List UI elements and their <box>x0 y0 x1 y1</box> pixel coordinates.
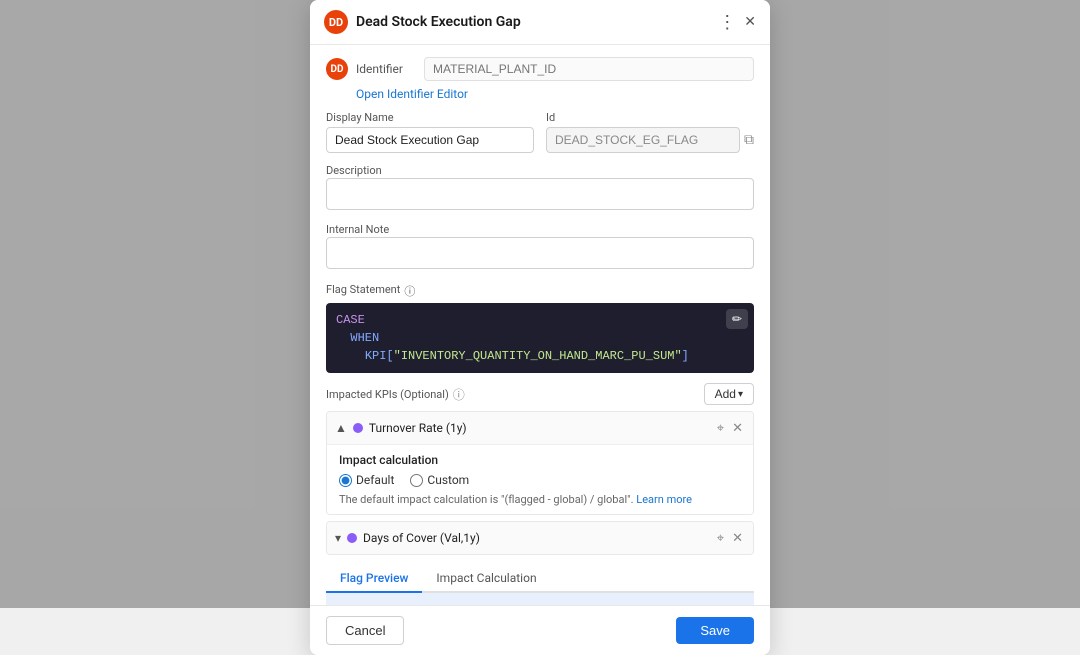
identifier-input[interactable] <box>424 57 754 81</box>
kpi-2-dot <box>347 533 357 543</box>
impacted-kpis-header: Impacted KPIs (Optional) ⓘ Add ▾ <box>326 383 754 405</box>
flag-info-icon[interactable]: ⓘ <box>404 283 415 299</box>
display-name-label: Display Name <box>326 111 534 124</box>
kpi-1-dot <box>353 423 363 433</box>
kpi-item-1-header: ▲ Turnover Rate (1y) ⌖ ✕ <box>327 412 753 444</box>
description-input[interactable] <box>326 178 754 210</box>
identifier-label: Identifier <box>356 62 416 76</box>
radio-custom[interactable]: Custom <box>410 473 469 487</box>
description-label: Description <box>326 164 382 177</box>
kpi-2-pin-btn[interactable]: ⌖ <box>715 528 726 548</box>
identifier-avatar: DD <box>326 58 348 80</box>
identifier-row: DD Identifier <box>326 57 754 81</box>
impact-calc-label: Impact calculation <box>339 453 741 467</box>
internal-note-input[interactable] <box>326 237 754 269</box>
modal: DD Dead Stock Execution Gap ⋮ ✕ DD Ident… <box>310 0 770 655</box>
impacted-kpis-label: Impacted KPIs (Optional) ⓘ <box>326 386 465 403</box>
radio-group: Default Custom <box>339 473 741 487</box>
internal-note-label: Internal Note <box>326 223 389 236</box>
kpi-1-expanded: Impact calculation Default Custom <box>327 444 753 514</box>
flag-statement-section: Flag Statement ⓘ CASE WHEN KPI["INVENTOR… <box>326 283 754 373</box>
learn-more-link[interactable]: Learn more <box>636 493 692 506</box>
edit-code-button[interactable]: ✏ <box>726 309 748 329</box>
id-group: Id ⧉ <box>546 111 754 153</box>
flag-statement-header: Flag Statement ⓘ <box>326 283 754 299</box>
code-line-1: CASE <box>336 311 744 329</box>
kpi-1-remove-btn[interactable]: ✕ <box>730 418 745 438</box>
description-section: Description <box>326 163 754 214</box>
internal-note-section: Internal Note <box>326 222 754 273</box>
kpi-1-pin-btn[interactable]: ⌖ <box>715 418 726 438</box>
tab-flag-preview[interactable]: Flag Preview <box>326 565 422 593</box>
impacted-kpis-info-icon[interactable]: ⓘ <box>453 386 465 403</box>
display-name-input[interactable] <box>326 127 534 153</box>
id-input <box>546 127 740 153</box>
code-line-3: KPI["INVENTORY_QUANTITY_ON_HAND_MARC_PU_… <box>336 347 744 365</box>
id-row: ⧉ <box>546 127 754 153</box>
kpi-2-expand-btn[interactable]: ▾ <box>335 531 341 545</box>
impact-calc-desc: The default impact calculation is "(flag… <box>339 493 741 506</box>
kpi-item-2: ▾ Days of Cover (Val,1y) ⌖ ✕ <box>326 521 754 555</box>
kpi-1-actions: ⌖ ✕ <box>715 418 745 438</box>
close-icon[interactable]: ✕ <box>744 14 756 30</box>
kpi-2-remove-btn[interactable]: ✕ <box>730 528 745 548</box>
more-icon[interactable]: ⋮ <box>718 12 736 33</box>
id-label: Id <box>546 111 754 124</box>
display-name-group: Display Name <box>326 111 534 153</box>
kpi-item-2-header: ▾ Days of Cover (Val,1y) ⌖ ✕ <box>327 522 753 554</box>
kpi-2-actions: ⌖ ✕ <box>715 528 745 548</box>
code-line-2: WHEN <box>336 329 744 347</box>
form-display-id-row: Display Name Id ⧉ <box>326 111 754 153</box>
tabs-row: Flag Preview Impact Calculation <box>326 565 754 593</box>
flag-statement-label: Flag Statement <box>326 283 400 296</box>
kpi-item-1: ▲ Turnover Rate (1y) ⌖ ✕ Impact calculat… <box>326 411 754 515</box>
preview-section: Turnover Rate (1y) (... 0.9 Turnover Rat… <box>326 593 754 605</box>
cancel-button[interactable]: Cancel <box>326 616 404 645</box>
kpi-1-name: Turnover Rate (1y) <box>369 421 709 435</box>
open-identifier-link[interactable]: Open Identifier Editor <box>356 87 754 101</box>
modal-footer: Cancel Save <box>310 605 770 655</box>
modal-body: DD Identifier Open Identifier Editor Dis… <box>310 45 770 605</box>
save-button[interactable]: Save <box>676 617 754 644</box>
tab-impact-calculation[interactable]: Impact Calculation <box>422 565 550 593</box>
modal-overlay: DD Dead Stock Execution Gap ⋮ ✕ DD Ident… <box>0 0 1080 608</box>
copy-icon[interactable]: ⧉ <box>744 132 754 148</box>
kpi-1-collapse-btn[interactable]: ▲ <box>335 421 347 435</box>
modal-title: Dead Stock Execution Gap <box>356 14 718 30</box>
radio-default[interactable]: Default <box>339 473 394 487</box>
impacted-kpis-section: Impacted KPIs (Optional) ⓘ Add ▾ ▲ Turno… <box>326 383 754 555</box>
modal-header: DD Dead Stock Execution Gap ⋮ ✕ <box>310 0 770 45</box>
code-editor: CASE WHEN KPI["INVENTORY_QUANTITY_ON_HAN… <box>326 303 754 373</box>
add-kpi-button[interactable]: Add ▾ <box>704 383 754 405</box>
kpi-2-name: Days of Cover (Val,1y) <box>363 531 709 545</box>
modal-header-icon: DD <box>324 10 348 34</box>
modal-header-actions: ⋮ ✕ <box>718 12 756 33</box>
